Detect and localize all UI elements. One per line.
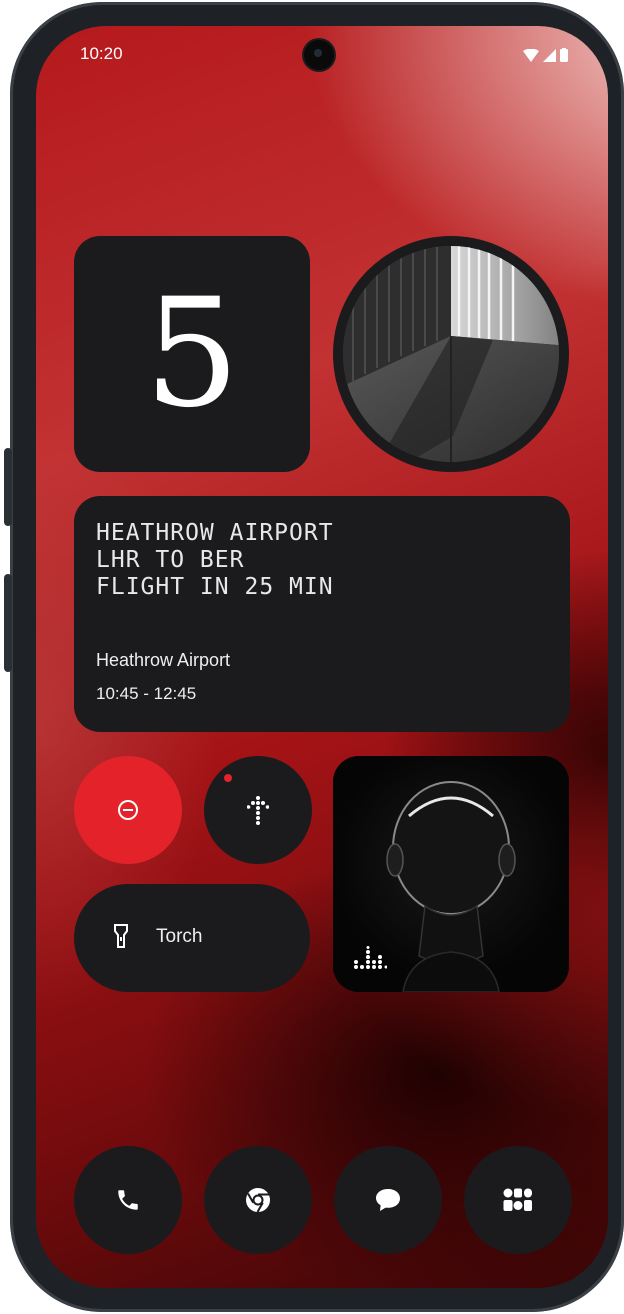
notification-dot [224, 774, 232, 782]
minus-circle-icon [118, 800, 138, 820]
torch-toggle-button[interactable]: Torch [74, 884, 310, 992]
chrome-icon [246, 1188, 270, 1213]
dock-apps-button[interactable] [464, 1146, 572, 1254]
flight-dot-text: HEATHROW AIRPORT LHR TO BER FLIGHT IN 25… [96, 520, 334, 601]
flashlight-icon [114, 924, 128, 948]
power-button [4, 574, 12, 672]
flight-widget[interactable]: HEATHROW AIRPORT LHR TO BER FLIGHT IN 25… [74, 496, 570, 732]
status-time: 10:20 [80, 44, 123, 63]
architecture-photo [343, 246, 559, 462]
flight-line-route: LHR TO BER [96, 547, 245, 573]
phone-icon [118, 1190, 138, 1210]
apps-grid-icon [503, 1188, 532, 1211]
home-screen: 10:20 5 HEATHROW AIRPORT LHR TO BER FLIG… [36, 26, 608, 1288]
flight-line-countdown: FLIGHT IN 25 MIN [96, 574, 334, 600]
dnd-toggle-button[interactable] [74, 756, 182, 864]
dock-chrome-button[interactable] [204, 1146, 312, 1254]
battery-icon [560, 48, 568, 62]
signal-icon [543, 49, 556, 62]
photo-widget[interactable] [333, 236, 569, 472]
torch-label: Torch [156, 926, 203, 947]
navigation-button[interactable] [204, 756, 312, 864]
dock-messages-button[interactable] [334, 1146, 442, 1254]
flight-location: Heathrow Airport [96, 650, 231, 670]
status-bar: 10:20 [80, 44, 568, 66]
counter-widget[interactable]: 5 [74, 236, 310, 472]
counter-value: 5 [144, 267, 240, 441]
flight-line-airport: HEATHROW AIRPORT [96, 520, 334, 546]
equalizer-icon [354, 946, 387, 969]
flight-time-range: 10:45 - 12:45 [96, 684, 197, 703]
music-widget[interactable] [333, 756, 569, 992]
dot-arrow-icon [247, 796, 269, 825]
volume-button [4, 448, 12, 526]
messages-icon [376, 1189, 400, 1211]
dock-phone-button[interactable] [74, 1146, 182, 1254]
wifi-icon [523, 49, 539, 62]
